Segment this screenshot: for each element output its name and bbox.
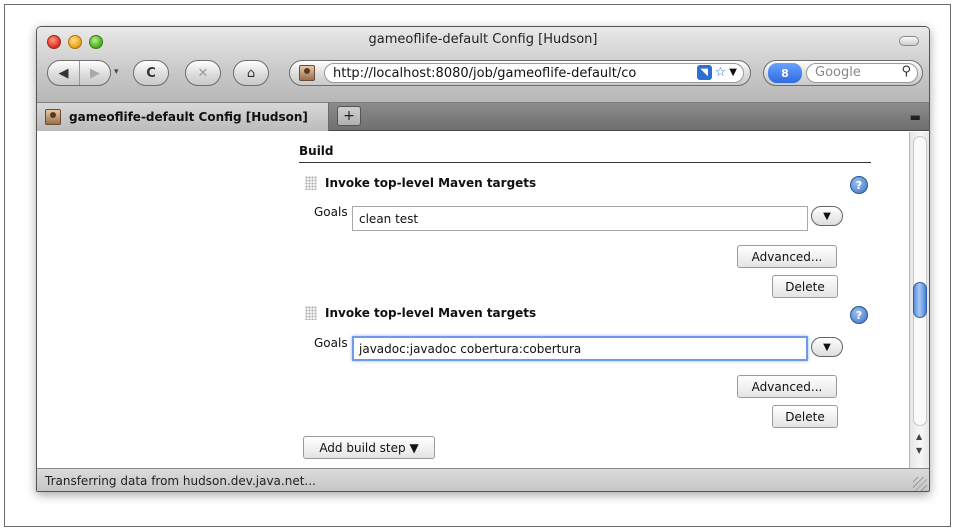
delete-button[interactable]: Delete: [772, 405, 838, 428]
scroll-down-icon[interactable]: ▼: [916, 446, 922, 455]
bookmark-star-icon[interactable]: ☆: [715, 65, 727, 80]
browser-toolbar: gameoflife-default Config [Hudson] ◀ ▶ ▾…: [37, 27, 929, 103]
toolbar-toggle-button[interactable]: [899, 36, 919, 46]
stop-icon: ✕: [197, 65, 209, 81]
section-divider: [299, 162, 871, 163]
chevron-down-icon: ▼: [823, 210, 831, 222]
url-icons: ◥ ☆ ▼: [696, 65, 737, 80]
advanced-button[interactable]: Advanced...: [737, 245, 837, 268]
site-identity-button[interactable]: [294, 63, 320, 83]
help-icon[interactable]: ?: [850, 176, 868, 194]
plus-icon: +: [343, 108, 355, 124]
help-icon[interactable]: ?: [850, 306, 868, 324]
tab-active[interactable]: gameoflife-default Config [Hudson]: [37, 103, 329, 131]
stop-button[interactable]: ✕: [185, 60, 221, 86]
delete-button[interactable]: Delete: [772, 275, 838, 298]
drag-handle-icon[interactable]: [305, 176, 317, 190]
window-title: gameoflife-default Config [Hudson]: [368, 32, 598, 47]
tab-favicon-icon: [45, 109, 61, 125]
tab-list-icon[interactable]: ▬: [910, 110, 921, 124]
back-forward-group: ◀ ▶: [47, 60, 111, 86]
goals-input[interactable]: clean test: [352, 206, 808, 231]
reload-button[interactable]: C: [133, 60, 169, 86]
goals-label: Goals: [314, 205, 348, 219]
address-bar: http://localhost:8080/job/gameoflife-def…: [289, 60, 751, 86]
search-placeholder: Google: [815, 65, 861, 80]
scroll-thumb[interactable]: [913, 282, 927, 318]
forward-arrow-icon: ▶: [89, 65, 100, 81]
page-content: Build Invoke top-level Maven targets ? G…: [37, 132, 909, 468]
hudson-favicon-icon: [299, 65, 315, 81]
tab-label: gameoflife-default Config [Hudson]: [69, 110, 308, 124]
search-icon[interactable]: ⚲: [901, 64, 911, 79]
build-step-header: Invoke top-level Maven targets: [305, 176, 536, 190]
goals-input[interactable]: javadoc:javadoc cobertura:cobertura: [352, 336, 808, 361]
scroll-track[interactable]: [913, 136, 927, 426]
browser-window: gameoflife-default Config [Hudson] ◀ ▶ ▾…: [36, 26, 930, 492]
rss-feed-icon[interactable]: ◥: [696, 65, 712, 80]
chevron-down-icon: ▼: [823, 341, 831, 353]
build-section-title: Build: [299, 144, 334, 158]
resize-grip-icon[interactable]: [913, 477, 927, 491]
build-step-title: Invoke top-level Maven targets: [325, 306, 537, 320]
goals-label: Goals: [314, 336, 348, 350]
expand-textbox-button[interactable]: ▼: [811, 337, 843, 357]
status-bar: Transferring data from hudson.dev.java.n…: [37, 468, 929, 491]
google-logo-icon: 8: [781, 66, 789, 80]
vertical-scrollbar[interactable]: ▲ ▼: [909, 132, 929, 468]
tab-bar: gameoflife-default Config [Hudson] + ▬: [37, 103, 929, 131]
history-dropdown-icon[interactable]: ▾: [114, 67, 119, 77]
search-engine-selector[interactable]: 8: [768, 63, 802, 83]
build-step-header: Invoke top-level Maven targets: [305, 306, 536, 320]
status-text: Transferring data from hudson.dev.java.n…: [45, 474, 316, 488]
url-input[interactable]: http://localhost:8080/job/gameoflife-def…: [324, 63, 744, 83]
search-input[interactable]: Google ⚲: [806, 63, 918, 83]
url-text: http://localhost:8080/job/gameoflife-def…: [333, 66, 637, 81]
back-arrow-icon: ◀: [58, 65, 69, 81]
expand-textbox-button[interactable]: ▼: [811, 206, 843, 226]
reload-icon: C: [146, 65, 156, 81]
search-bar: 8 Google ⚲: [763, 60, 923, 86]
new-tab-button[interactable]: +: [337, 106, 361, 126]
forward-button[interactable]: ▶: [78, 61, 110, 85]
scroll-up-icon[interactable]: ▲: [916, 432, 922, 441]
advanced-button[interactable]: Advanced...: [737, 375, 837, 398]
drag-handle-icon[interactable]: [305, 306, 317, 320]
url-dropdown-icon[interactable]: ▼: [729, 67, 737, 78]
home-icon: ⌂: [246, 65, 256, 81]
home-button[interactable]: ⌂: [233, 60, 269, 86]
build-step-title: Invoke top-level Maven targets: [325, 176, 537, 190]
add-build-step-button[interactable]: Add build step ▼: [303, 436, 435, 459]
back-button[interactable]: ◀: [48, 61, 79, 85]
